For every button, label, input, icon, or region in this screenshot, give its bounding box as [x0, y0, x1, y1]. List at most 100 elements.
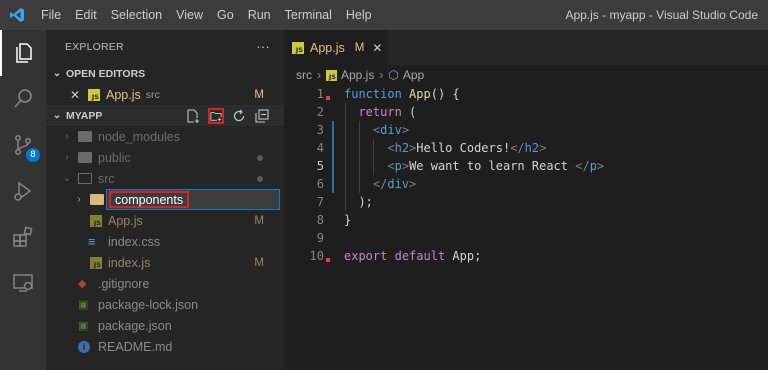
menu-bar: File Edit Selection View Go Run Terminal…	[34, 0, 379, 30]
search-icon[interactable]	[0, 76, 46, 122]
code-line-7: );	[358, 195, 373, 209]
tree-item-node-modules[interactable]: › node_modules	[46, 126, 284, 147]
line-number: 8	[316, 213, 324, 227]
refresh-icon[interactable]	[231, 108, 247, 124]
activity-bar: 8	[0, 30, 46, 370]
info-file-icon: i	[78, 340, 90, 353]
menu-terminal[interactable]: Terminal	[278, 0, 339, 30]
window-title: App.js - myapp - Visual Studio Code	[565, 8, 758, 22]
new-file-icon[interactable]	[185, 108, 201, 124]
tree-item-label: node_modules	[98, 129, 181, 144]
code-line-5: <p>We want to learn React </p>	[387, 159, 605, 173]
close-icon[interactable]: ✕	[70, 88, 84, 102]
more-actions-button[interactable]: ···	[256, 39, 270, 54]
code-line-3: <div>	[372, 123, 410, 137]
project-label: MYAPP	[66, 109, 103, 122]
line-number: 7	[316, 195, 324, 209]
chevron-down-icon: ⌄	[52, 110, 62, 121]
explorer-icon[interactable]	[0, 30, 46, 76]
line-number: 1	[316, 87, 324, 101]
tab-close-icon[interactable]: ✕	[372, 41, 382, 55]
css-file-icon: ≡	[88, 234, 96, 249]
folder-open-icon	[78, 173, 92, 184]
json-file-icon: ▣	[78, 299, 89, 311]
menu-help[interactable]: Help	[339, 0, 379, 30]
menu-selection[interactable]: Selection	[104, 0, 169, 30]
new-folder-icon[interactable]	[208, 107, 224, 124]
status-modified: M	[254, 214, 264, 227]
project-section[interactable]: ⌄ MYAPP	[46, 105, 284, 126]
chevron-right-icon: ›	[317, 68, 321, 82]
folder-icon	[78, 131, 92, 142]
line-number: 10	[309, 249, 324, 263]
chevron-down-icon: ⌄	[52, 68, 62, 79]
modified-line-indicator	[332, 175, 334, 193]
line-number: 4	[316, 141, 324, 155]
run-debug-icon[interactable]	[0, 168, 46, 214]
title-bar: File Edit Selection View Go Run Terminal…	[0, 0, 768, 30]
modified-line-indicator	[332, 157, 334, 175]
tree-item-src[interactable]: ⌄ src	[46, 168, 284, 189]
breadcrumb: src › JS App.js › ⬡ App	[284, 65, 768, 85]
open-editor-status: M	[254, 88, 264, 101]
status-dot	[257, 175, 263, 182]
folder-name-input[interactable]: components	[106, 189, 280, 210]
menu-view[interactable]: View	[169, 0, 210, 30]
menu-edit[interactable]: Edit	[68, 0, 104, 30]
remote-explorer-icon[interactable]	[0, 260, 46, 306]
symbol-cube-icon: ⬡	[388, 68, 399, 82]
explorer-title: EXPLORER	[65, 40, 124, 53]
explorer-sidebar: EXPLORER ··· ⌄ OPEN EDITORS ✕ JS App.js …	[46, 30, 284, 370]
modified-line-indicator	[332, 121, 334, 139]
menu-run[interactable]: Run	[241, 0, 278, 30]
tab-app-js[interactable]: JS App.js M ✕	[284, 30, 388, 65]
tree-item-gitignore[interactable]: ◆ .gitignore	[46, 273, 284, 294]
collapse-all-icon[interactable]	[254, 108, 270, 124]
open-editor-item[interactable]: ✕ JS App.js src M	[46, 84, 284, 105]
code-line-10: export default App;	[344, 249, 482, 263]
tree-item-package-json[interactable]: ▣ package.json	[46, 315, 284, 336]
scm-count-badge: 8	[26, 148, 40, 162]
editor-tabs: JS App.js M ✕	[284, 30, 768, 65]
status-dot	[257, 154, 263, 161]
line-number: 9	[316, 231, 324, 245]
breadcrumb-symbol[interactable]: App	[403, 68, 424, 82]
tree-item-public[interactable]: › public	[46, 147, 284, 168]
tree-item-label: README.md	[98, 339, 173, 354]
menu-go[interactable]: Go	[210, 0, 241, 30]
open-editor-folder: src	[145, 88, 160, 101]
line-number: 2	[316, 105, 324, 119]
status-modified: M	[254, 256, 264, 269]
open-editors-section[interactable]: ⌄ OPEN EDITORS	[46, 63, 284, 84]
chevron-down-icon: ⌄	[62, 173, 72, 184]
line-number: 5	[316, 159, 324, 173]
tree-item-app-js[interactable]: JS App.js M	[46, 210, 284, 231]
source-control-icon[interactable]: 8	[0, 122, 46, 168]
gutter-change-marker	[326, 96, 330, 100]
tab-label: App.js	[310, 40, 345, 55]
folder-icon	[90, 194, 104, 205]
breadcrumb-folder[interactable]: src	[296, 68, 312, 82]
tab-status: M	[354, 41, 365, 54]
js-file-icon: JS	[90, 256, 102, 269]
line-number: 3	[316, 123, 324, 137]
tree-item-package-lock[interactable]: ▣ package-lock.json	[46, 294, 284, 315]
extensions-icon[interactable]	[0, 214, 46, 260]
code-editor[interactable]: 1 2 3 4 5 6 7 8 9 10 function App() { re…	[284, 85, 768, 370]
gutter-change-marker	[326, 258, 330, 262]
tree-item-label: src	[98, 171, 115, 186]
tree-item-label: package.json	[98, 318, 172, 333]
code-line-6: </div>	[372, 177, 417, 191]
tree-item-label: package-lock.json	[98, 297, 199, 312]
tree-item-index-css[interactable]: ≡ index.css	[46, 231, 284, 252]
tree-item-readme[interactable]: i README.md	[46, 336, 284, 357]
tree-item-index-js[interactable]: JS index.js M	[46, 252, 284, 273]
tree-item-label: public	[98, 150, 131, 165]
breadcrumb-file[interactable]: App.js	[341, 68, 374, 82]
git-file-icon: ◆	[78, 278, 87, 290]
tree-item-new-folder[interactable]: › components	[46, 189, 284, 210]
chevron-right-icon: ›	[379, 68, 384, 82]
open-editor-filename: App.js	[106, 87, 141, 102]
vscode-logo-icon	[0, 0, 34, 30]
menu-file[interactable]: File	[34, 0, 68, 30]
